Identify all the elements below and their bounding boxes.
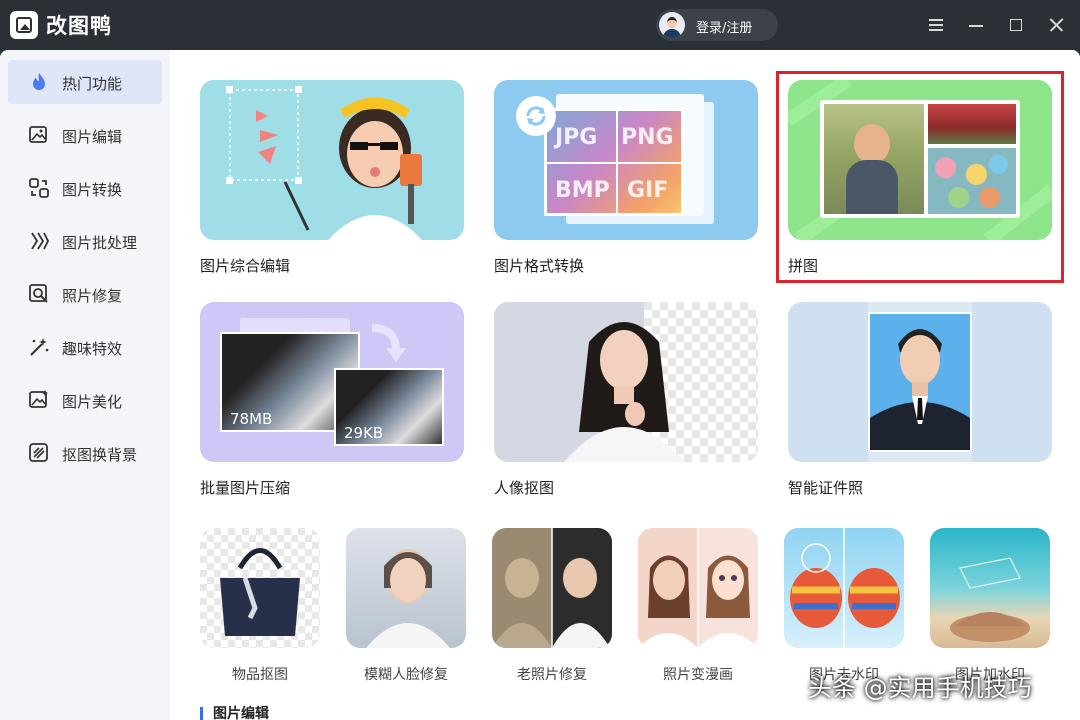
- small-feature-label: 物品抠图: [232, 667, 288, 683]
- sidebar-item-effects[interactable]: 趣味特效: [8, 325, 162, 369]
- photo-repair-icon: [29, 284, 48, 303]
- image-edit-icon: [29, 126, 47, 143]
- feature-label: 图片格式转换: [494, 257, 585, 275]
- size-after: 29KB: [344, 424, 384, 442]
- cutout-icon: [29, 443, 48, 462]
- format-label: BMP: [555, 178, 610, 203]
- beach-illustration: [950, 557, 1030, 642]
- feature-card-id-photo[interactable]: [788, 302, 1052, 462]
- avatar-icon: [659, 12, 685, 38]
- menu-icon[interactable]: [925, 14, 947, 36]
- sidebar-item-hot[interactable]: 热门功能: [8, 60, 162, 104]
- feature-card-batch-compress[interactable]: 78MB 29KB: [200, 302, 464, 462]
- refresh-icon: [516, 96, 556, 136]
- feature-label: 图片综合编辑: [200, 257, 291, 275]
- watermark-text: 头条 @实用手机技巧: [808, 674, 1032, 702]
- blurred-face-illustration: [366, 549, 450, 648]
- old-photo-illustration: [492, 528, 610, 648]
- format-label: PNG: [621, 125, 674, 150]
- sidebar-item-photo-repair[interactable]: 照片修复: [8, 272, 162, 316]
- close-icon[interactable]: [1045, 14, 1067, 36]
- small-feature-label: 照片变漫画: [663, 667, 733, 683]
- sidebar-item-cutout[interactable]: 抠图换背景: [8, 431, 162, 475]
- arrow-down-icon: [371, 324, 406, 362]
- feature-card-format-convert[interactable]: JPG PNG BMP GIF: [494, 80, 758, 240]
- highlight-box: [776, 71, 1064, 283]
- feature-card-photo-to-cartoon[interactable]: [638, 528, 758, 648]
- size-before: 78MB: [230, 410, 273, 428]
- portrait-woman-illustration: [564, 322, 684, 462]
- batch-icon: [31, 232, 50, 250]
- sidebar-item-label: 抠图换背景: [62, 446, 138, 464]
- sidebar-item-label: 图片批处理: [62, 234, 138, 252]
- format-preview-image: JPG PNG BMP GIF: [544, 108, 684, 216]
- feature-card-object-cutout[interactable]: [200, 528, 320, 648]
- maximize-icon[interactable]: [1005, 14, 1027, 36]
- login-button[interactable]: 登录/注册: [656, 9, 778, 41]
- minimize-icon[interactable]: [965, 14, 987, 36]
- feature-card-portrait-cutout[interactable]: [494, 302, 758, 462]
- sidebar-item-label: 图片编辑: [62, 128, 123, 146]
- sidebar-item-label: 照片修复: [62, 287, 123, 305]
- sidebar-item-label: 图片转换: [62, 181, 123, 199]
- feature-card-blur-face-repair[interactable]: [346, 528, 466, 648]
- section-title: 图片编辑: [200, 707, 269, 720]
- flame-icon: [33, 73, 45, 90]
- feature-card-remove-watermark[interactable]: [784, 528, 904, 648]
- format-label: GIF: [627, 178, 669, 203]
- feature-label: 批量图片压缩: [200, 479, 291, 497]
- feature-card-comprehensive-edit[interactable]: [200, 80, 464, 240]
- feature-label: 人像抠图: [494, 479, 555, 497]
- magic-wand-icon: [30, 338, 49, 356]
- id-photo-man: [870, 329, 970, 450]
- feature-card-old-photo-repair[interactable]: [492, 528, 612, 648]
- feature-label: 智能证件照: [788, 479, 864, 497]
- sidebar-item-batch[interactable]: 图片批处理: [8, 219, 162, 263]
- balloon-illustration: [790, 528, 900, 648]
- sidebar-item-label: 热门功能: [62, 75, 123, 93]
- small-feature-label: 模糊人脸修复: [364, 667, 448, 683]
- sidebar-item-beautify[interactable]: 图片美化: [8, 378, 162, 422]
- app-logo-icon: [10, 11, 38, 39]
- sidebar: 热门功能 图片编辑 图片转换 图片批处理 照片修复 趣味特效 图片美化 抠图换背…: [0, 50, 170, 720]
- handbag-illustration: [220, 548, 300, 636]
- sidebar-item-label: 图片美化: [62, 393, 123, 411]
- id-photo-frame: [868, 312, 972, 452]
- app-title: 改图鸭: [46, 14, 112, 38]
- sidebar-item-convert[interactable]: 图片转换: [8, 166, 162, 210]
- feature-card-add-watermark[interactable]: [930, 528, 1050, 648]
- beautify-icon: [29, 390, 48, 408]
- title-bar: 改图鸭 登录/注册: [0, 0, 1080, 50]
- comprehensive-edit-illustration: [226, 86, 422, 240]
- login-label: 登录/注册: [696, 21, 753, 36]
- cartoon-face-illustration: [638, 528, 758, 648]
- sidebar-item-image-edit[interactable]: 图片编辑: [8, 113, 162, 157]
- sidebar-item-label: 趣味特效: [62, 340, 123, 358]
- format-label: JPG: [555, 125, 598, 150]
- compress-photo-small: 29KB: [334, 368, 444, 446]
- small-feature-label: 老照片修复: [517, 667, 587, 683]
- convert-icon: [29, 178, 49, 198]
